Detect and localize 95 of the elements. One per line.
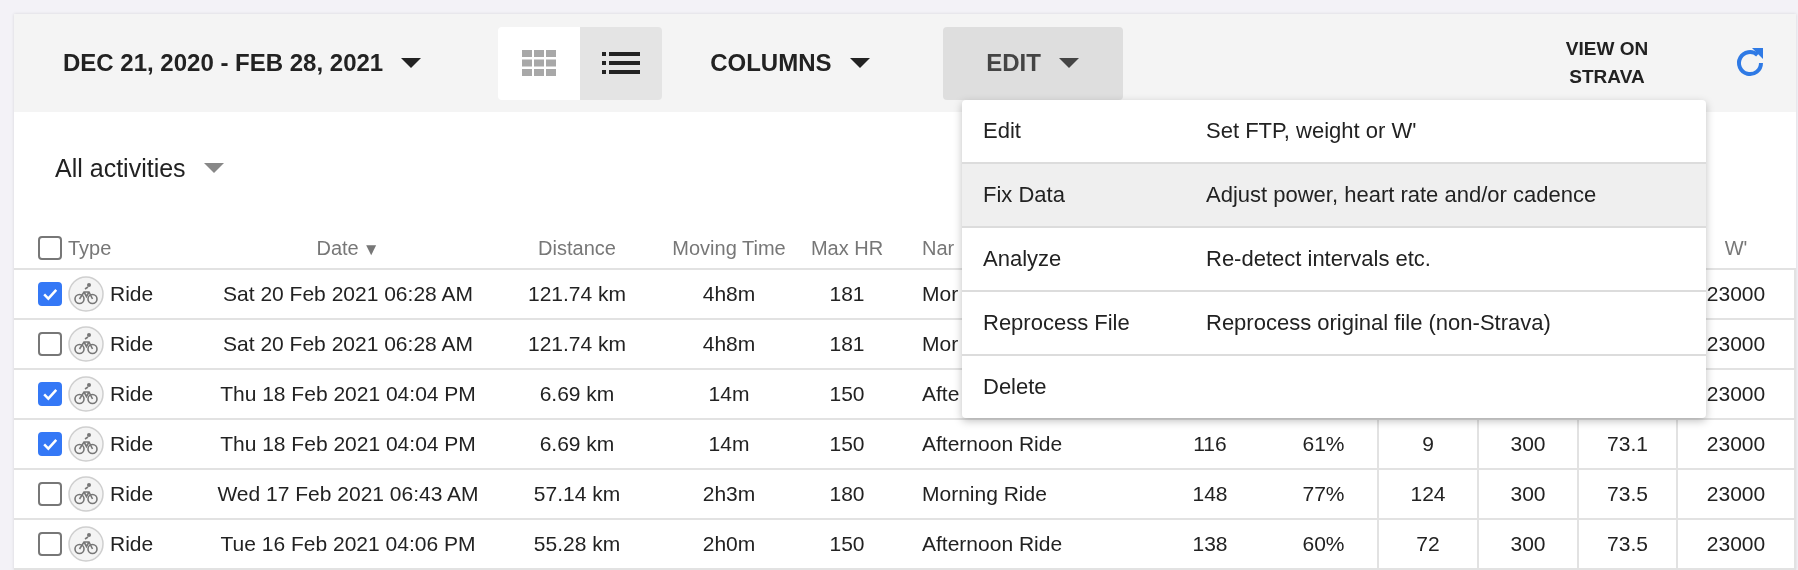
table-cell: 124 xyxy=(1410,482,1446,506)
table-cell: 2h3m xyxy=(702,482,756,506)
table-cell: 23000 xyxy=(1706,382,1766,406)
table-cell: 121.74 km xyxy=(527,332,627,356)
table-cell: 14m xyxy=(708,432,750,456)
row-checkbox[interactable] xyxy=(38,282,62,306)
table-cell: 61% xyxy=(1302,432,1345,456)
table-cell: 4h8m xyxy=(702,332,756,356)
table-cell: 6.69 km xyxy=(539,382,615,406)
table-cell: Thu 18 Feb 2021 04:04 PM xyxy=(220,382,476,406)
caret-icon xyxy=(1058,58,1079,68)
table-cell: 23000 xyxy=(1706,532,1766,556)
activity-type: Ride xyxy=(110,432,154,456)
table-cell: 181 xyxy=(829,282,865,306)
table-cell: Thu 18 Feb 2021 04:04 PM xyxy=(220,432,476,456)
bicycle-icon xyxy=(68,426,104,462)
table-cell: 116 xyxy=(1193,432,1227,456)
table-cell: 73.5 xyxy=(1607,532,1648,556)
table-cell: 300 xyxy=(1510,432,1546,456)
column-header[interactable]: W' xyxy=(1724,237,1748,260)
table-cell: 23000 xyxy=(1706,432,1766,456)
column-header[interactable]: Max HR xyxy=(810,237,884,260)
table-cell: Morning Ride xyxy=(922,482,1047,506)
table-cell: 14m xyxy=(708,382,750,406)
column-header[interactable]: Date xyxy=(316,237,359,260)
activity-type: Ride xyxy=(110,532,154,556)
menu-item[interactable]: Analyze Re-detect intervals etc. xyxy=(962,226,1706,290)
table-cell: Sat 20 Feb 2021 06:28 AM xyxy=(223,332,473,356)
row-checkbox[interactable] xyxy=(38,532,62,556)
caret-icon xyxy=(401,58,422,68)
table-cell: 4h8m xyxy=(702,282,756,306)
bicycle-icon xyxy=(68,476,104,512)
row-checkbox[interactable] xyxy=(38,432,62,456)
table-cell: 148 xyxy=(1192,482,1228,506)
activity-type: Ride xyxy=(110,332,154,356)
table-cell: Afternoon Ride xyxy=(922,432,1063,456)
table-cell: 23000 xyxy=(1706,282,1766,306)
list-icon xyxy=(602,52,641,74)
table-cell: Afternoon Ride xyxy=(922,532,1063,556)
table-cell: 57.14 km xyxy=(533,482,621,506)
table-cell: 9 xyxy=(1422,432,1434,456)
table-cell: Wed 17 Feb 2021 06:43 AM xyxy=(217,482,479,506)
column-header[interactable]: Distance xyxy=(538,237,616,260)
caret-icon xyxy=(849,58,870,68)
sort-indicator[interactable]: ▼ xyxy=(362,240,380,260)
date-range-dropdown[interactable]: DEC 21, 2020 - FEB 28, 2021 xyxy=(63,26,422,100)
table-cell: 300 xyxy=(1510,532,1546,556)
row-checkbox[interactable] xyxy=(38,332,62,356)
column-header[interactable]: Nar xyxy=(922,237,955,260)
view-on-strava-link[interactable]: VIEW ON STRAVA xyxy=(1542,35,1672,91)
edit-dropdown[interactable]: EDIT xyxy=(942,26,1123,100)
column-header[interactable]: Type xyxy=(68,237,112,260)
table-cell: 23000 xyxy=(1706,332,1766,356)
table-cell: Mor xyxy=(922,282,959,306)
activity-type: Ride xyxy=(110,382,154,406)
table-cell: Mor xyxy=(922,332,959,356)
activity-type: Ride xyxy=(110,282,154,306)
table-cell: Tue 16 Feb 2021 04:06 PM xyxy=(220,532,476,556)
table-cell: 23000 xyxy=(1706,482,1766,506)
menu-item[interactable]: Fix Data Adjust power, heart rate and/or cadence xyxy=(962,162,1706,226)
table-cell: 60% xyxy=(1302,532,1345,556)
row-checkbox[interactable] xyxy=(38,482,62,506)
table-cell: 121.74 km xyxy=(527,282,627,306)
table-cell: 300 xyxy=(1510,482,1546,506)
menu-item[interactable]: Reprocess File Reprocess original file (non-Strava) xyxy=(962,290,1706,354)
table-cell: Sat 20 Feb 2021 06:28 AM xyxy=(223,282,473,306)
table-cell: 72 xyxy=(1416,532,1440,556)
activity-filter-dropdown[interactable]: All activities xyxy=(55,141,224,183)
menu-item[interactable]: Edit Set FTP, weight or W' xyxy=(962,100,1706,162)
columns-dropdown[interactable]: COLUMNS xyxy=(710,26,870,100)
table-cell: 73.1 xyxy=(1607,432,1648,456)
bicycle-icon xyxy=(68,326,104,362)
table-cell: 55.28 km xyxy=(533,532,621,556)
table-cell: 181 xyxy=(829,332,865,356)
table-cell: 6.69 km xyxy=(539,432,615,456)
table-cell: 138 xyxy=(1192,532,1228,556)
column-header[interactable]: Moving Time xyxy=(672,237,786,260)
caret-icon xyxy=(203,163,224,173)
select-all-checkbox[interactable] xyxy=(38,236,62,260)
bicycle-icon xyxy=(68,526,104,562)
row-checkbox[interactable] xyxy=(38,382,62,406)
menu-item[interactable]: Delete xyxy=(962,354,1706,418)
bicycle-icon xyxy=(68,276,104,312)
table-cell: 150 xyxy=(829,382,865,406)
activity-type: Ride xyxy=(110,482,154,506)
table-cell: 73.5 xyxy=(1607,482,1648,506)
list-view-button[interactable] xyxy=(580,26,663,100)
table-cell: 180 xyxy=(829,482,865,506)
table-cell: 150 xyxy=(829,432,865,456)
table-cell: 2h0m xyxy=(702,532,756,556)
grid-icon xyxy=(522,50,557,76)
table-cell: 150 xyxy=(829,532,865,556)
table-cell: Afte xyxy=(922,382,960,406)
table-cell: 77% xyxy=(1302,482,1345,506)
bicycle-icon xyxy=(68,376,104,412)
